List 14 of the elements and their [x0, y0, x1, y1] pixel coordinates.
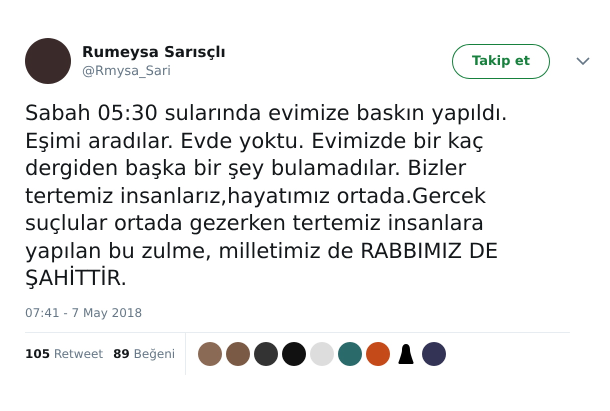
tweet-timestamp[interactable]: 07:41 - 7 May 2018: [25, 306, 610, 320]
liker-avatar[interactable]: [226, 342, 250, 366]
author-name[interactable]: Rumeysa Sarısçlı: [82, 43, 452, 61]
liker-avatar[interactable]: [282, 342, 306, 366]
liker-avatar[interactable]: [338, 342, 362, 366]
stat-count[interactable]: 105 Retweet: [25, 346, 104, 360]
profile-avatar[interactable]: [25, 38, 71, 84]
follow-button[interactable]: Takip et: [452, 44, 550, 78]
author-handle[interactable]: @Rmysa_Sari: [82, 64, 452, 79]
chevron-down-icon[interactable]: [576, 57, 590, 65]
tweet-text: Sabah 05:30 sularında evimize baskın yapıldı. Eşimi aradılar. Evde yoktu. Evimizde bir kaç dergiden başka bir şey bulamadılar. Bizler tertemiz insanlarız,hayatımız ortada.Gercek suçlular ortada gezerken tertemiz insanlara yapılan bu zulme, milletimiz de RABBIMIZ DE ŞAHİTTİR.: [25, 100, 509, 292]
liker-avatar[interactable]: [254, 342, 278, 366]
liker-avatar[interactable]: [422, 342, 446, 366]
stat-count[interactable]: 89 Beğeni: [113, 346, 176, 360]
